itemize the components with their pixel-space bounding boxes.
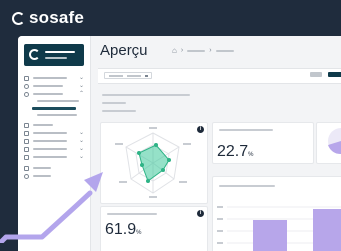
filter-select[interactable] — [104, 72, 152, 79]
kpi-label — [219, 129, 273, 131]
sidebar-subitem[interactable] — [37, 114, 77, 116]
chevron-down-icon[interactable]: ⌄ — [79, 83, 84, 89]
kpi-card: 22.7% — [212, 122, 314, 164]
sidebar-item[interactable]: ⌄ — [24, 83, 86, 89]
main-content: Aperçu ⌂ › › i 22.7% i 61.9% — [90, 36, 341, 251]
text-line — [102, 94, 190, 96]
kpi-number: 61.9 — [105, 221, 137, 238]
chevron-down-icon[interactable]: ⌄ — [79, 146, 84, 152]
logo-ring-icon — [12, 11, 25, 25]
folder-icon — [24, 154, 29, 160]
sidebar: ⌄ ⌄ ⌃ ⌄ ⌄ ⌄ ⌄ — [18, 36, 91, 251]
radar-chart — [115, 127, 191, 198]
clock-icon — [24, 91, 29, 97]
sidebar-item[interactable] — [24, 165, 86, 171]
sidebar-item-label — [33, 93, 63, 95]
sidebar-item-label — [33, 124, 53, 126]
info-icon[interactable]: i — [197, 126, 204, 133]
sidebar-item[interactable] — [24, 122, 86, 128]
sidebar-item[interactable]: ⌄ — [24, 154, 86, 160]
chevron-up-icon[interactable]: ⌃ — [79, 91, 84, 97]
sidebar-brand[interactable] — [24, 44, 84, 66]
filter-toolbar — [98, 68, 341, 84]
sidebar-subitem[interactable] — [37, 100, 79, 102]
app-window: ⌄ ⌄ ⌃ ⌄ ⌄ ⌄ ⌄ Aperçu ⌂ › › i 22.7% i 61.… — [18, 36, 341, 251]
primary-button[interactable] — [328, 72, 341, 77]
sidebar-item-label — [33, 85, 63, 87]
chevron-down-icon[interactable]: ⌄ — [79, 138, 84, 144]
sidebar-item[interactable]: ⌃ — [24, 91, 86, 97]
brand-line — [45, 57, 67, 59]
radar-card: i — [100, 122, 208, 204]
logo-text: sosafe — [29, 8, 85, 27]
text-line — [102, 110, 136, 112]
sidebar-item-label — [33, 156, 67, 158]
sidebar-item-label — [33, 77, 67, 79]
star-icon — [24, 165, 29, 171]
kpi-card: i 61.9% — [100, 206, 208, 251]
sidebar-item[interactable]: ⌄ — [24, 75, 86, 81]
kpi-unit: % — [248, 152, 254, 158]
secondary-button[interactable] — [310, 72, 322, 77]
text-line — [102, 102, 126, 104]
kpi-value: 61.9% — [105, 221, 141, 239]
page-title: Aperçu — [100, 42, 148, 59]
chevron-down-icon[interactable]: ⌄ — [79, 130, 84, 136]
kpi-value: 22.7% — [217, 143, 253, 161]
chevron-down-icon[interactable]: ⌄ — [79, 154, 84, 160]
help-icon — [24, 173, 29, 179]
chevron-right-icon: › — [180, 47, 184, 54]
sidebar-item-label — [33, 140, 67, 142]
sidebar-item[interactable]: ⌄ — [24, 146, 86, 152]
mail-icon — [24, 146, 29, 152]
sidebar-item[interactable] — [24, 173, 86, 179]
bar-chart — [217, 206, 341, 251]
pie-chart — [328, 128, 341, 154]
breadcrumb: ⌂ › › — [172, 46, 234, 55]
sidebar-item-label — [33, 167, 51, 169]
sidebar-item-label — [33, 175, 51, 177]
pie-card — [316, 122, 341, 164]
chevron-down-icon[interactable]: ⌄ — [79, 75, 84, 81]
chevron-right-icon: › — [209, 47, 212, 54]
kpi-number: 22.7 — [217, 143, 249, 160]
bar-chart-card — [212, 176, 341, 251]
settings-icon — [24, 83, 29, 89]
sidebar-item[interactable]: ⌄ — [24, 138, 86, 144]
breadcrumb-item[interactable] — [215, 49, 234, 52]
home-icon[interactable]: ⌂ — [172, 46, 177, 55]
chart-icon — [24, 130, 29, 136]
shield-icon — [24, 122, 29, 128]
document-icon — [24, 75, 29, 81]
kpi-label — [107, 213, 157, 215]
breadcrumb-item[interactable] — [187, 49, 206, 52]
brand-logo-icon — [29, 49, 40, 60]
sidebar-item[interactable]: ⌄ — [24, 130, 86, 136]
sosafe-logo: sosafe — [12, 8, 84, 28]
sidebar-subitem-active[interactable] — [32, 107, 76, 110]
chart-title-line — [219, 185, 275, 187]
brand-line — [45, 51, 75, 53]
kpi-unit: % — [136, 230, 142, 236]
sidebar-item-label — [33, 132, 67, 134]
users-icon — [24, 138, 29, 144]
sidebar-item-label — [33, 148, 67, 150]
info-icon[interactable]: i — [197, 210, 204, 217]
